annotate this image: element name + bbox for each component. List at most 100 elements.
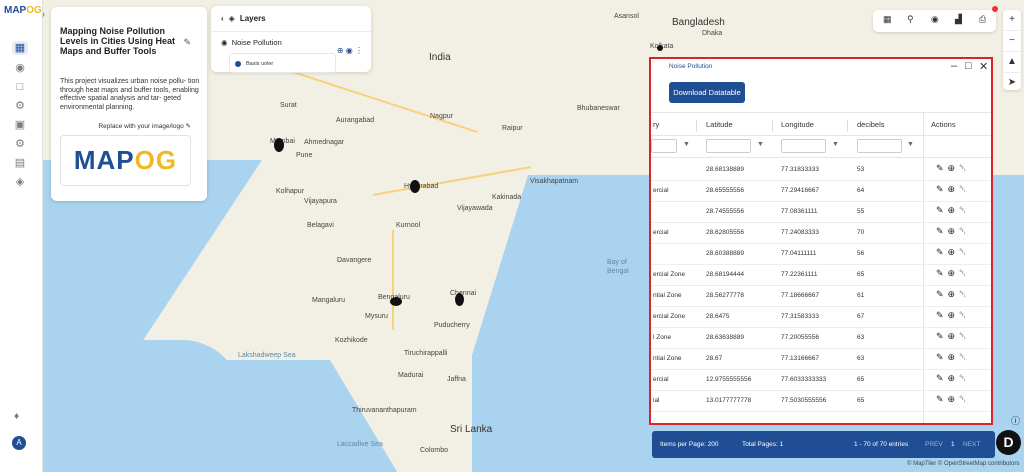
edit-icon[interactable]: ✎ — [936, 352, 945, 362]
layer-item-noise-pollution[interactable]: ◉ Noise Pollution — [221, 38, 282, 47]
zoom-icon[interactable]: ⊕ — [948, 289, 957, 299]
zoom-icon[interactable]: ⊕ — [948, 247, 957, 257]
delete-icon[interactable]: ␡ — [959, 163, 967, 173]
zoom-icon[interactable]: ⊕ — [948, 268, 957, 278]
delete-icon[interactable]: ␡ — [959, 205, 967, 215]
noise-point-cluster[interactable] — [390, 297, 402, 306]
chat-icon[interactable]: ▤ — [12, 156, 28, 170]
search-icon[interactable]: ⚲ — [907, 14, 914, 25]
filter-icon[interactable]: ▼ — [683, 141, 690, 148]
more-icon[interactable]: ⋮ — [355, 46, 363, 55]
edit-icon[interactable]: ✎ — [936, 184, 945, 194]
settings-icon[interactable]: ⚙ — [12, 99, 28, 113]
basemap-icon[interactable]: ▦ — [883, 14, 892, 25]
filter-icon[interactable]: ▼ — [757, 141, 764, 148]
table-row[interactable]: ial 13.0177777778 77.5030555556 65 ✎ ⊕ ␡ — [651, 390, 991, 412]
edit-icon[interactable]: ✎ — [936, 310, 945, 320]
table-row[interactable]: 28.74555556 77.08361111 55 ✎ ⊕ ␡ — [651, 201, 991, 223]
file-icon[interactable]: □ — [12, 80, 28, 94]
column-header[interactable]: decibels — [857, 120, 885, 129]
edit-icon[interactable]: ✎ — [936, 394, 945, 404]
measure-icon[interactable]: ▟ — [955, 14, 962, 25]
table-row[interactable]: ercial 28.62805556 77.24083333 70 ✎ ⊕ ␡ — [651, 222, 991, 244]
layers-icon[interactable]: ◈ — [12, 175, 28, 189]
zoom-icon[interactable]: ⊕ — [948, 184, 957, 194]
zoom-icon[interactable]: ⊕ — [948, 331, 957, 341]
zoom-icon[interactable]: ⊕ — [948, 163, 957, 173]
replace-logo-link[interactable]: Replace with your image/logo ✎ — [98, 122, 191, 130]
items-per-page[interactable]: Items per Page: 200 — [660, 441, 719, 448]
edit-icon[interactable]: ✎ — [936, 163, 945, 173]
table-row[interactable]: ntial Zone 28.67 77.13166667 63 ✎ ⊕ ␡ — [651, 348, 991, 370]
maximize-icon[interactable]: □ — [965, 60, 972, 72]
chat-support-button[interactable]: D — [996, 430, 1021, 455]
table-row[interactable]: ntial Zone 28.56277778 77.18666667 61 ✎ ⊕ ␡ — [651, 285, 991, 307]
delete-icon[interactable]: ␡ — [959, 247, 967, 257]
zoom-icon[interactable]: ⊕ — [948, 352, 957, 362]
bell-icon[interactable]: ♦ — [14, 411, 19, 422]
zoom-out-button[interactable]: − — [1003, 31, 1021, 52]
next-button[interactable]: NEXT — [963, 441, 980, 448]
chevron-left-icon[interactable]: ‹ — [221, 14, 224, 23]
column-header[interactable]: Latitude — [706, 120, 733, 129]
visibility-icon[interactable]: ◉ — [346, 46, 353, 55]
column-header[interactable]: Longitude — [781, 120, 814, 129]
delete-icon[interactable]: ␡ — [959, 373, 967, 383]
filter-input[interactable] — [706, 139, 751, 153]
table-row[interactable]: ercial 28.65555556 77.29416667 64 ✎ ⊕ ␡ — [651, 180, 991, 202]
filter-input[interactable] — [857, 139, 902, 153]
zoom-in-button[interactable]: + — [1003, 10, 1021, 31]
reset-north-button[interactable]: ▲ — [1003, 52, 1021, 73]
delete-icon[interactable]: ␡ — [959, 226, 967, 236]
map-icon[interactable]: ▦ — [12, 41, 28, 55]
delete-icon[interactable]: ␡ — [959, 394, 967, 404]
zoom-icon[interactable]: ⊕ — [948, 205, 957, 215]
noise-point-cluster[interactable] — [410, 180, 420, 193]
delete-icon[interactable]: ␡ — [959, 184, 967, 194]
edit-icon[interactable]: ✎ — [936, 331, 945, 341]
noise-point-cluster[interactable] — [274, 138, 284, 152]
navigate-icon[interactable]: ➤ — [1003, 73, 1021, 93]
table-row[interactable]: 28.68138889 77.31833333 53 ✎ ⊕ ␡ — [651, 159, 991, 181]
filter-icon[interactable]: ▼ — [907, 141, 914, 148]
filter-input[interactable] — [651, 139, 677, 153]
table-row[interactable]: ercial Zone 28.6475 77.31583333 67 ✎ ⊕ ␡ — [651, 306, 991, 328]
delete-icon[interactable]: ␡ — [959, 310, 967, 320]
edit-icon[interactable]: ✎ — [936, 268, 945, 278]
gear-icon[interactable]: ⚙ — [12, 137, 28, 151]
edit-icon[interactable]: ✎ — [936, 373, 945, 383]
table-row[interactable]: l Zone 28.63638889 77.20055556 63 ✎ ⊕ ␡ — [651, 327, 991, 349]
chevron-right-icon[interactable]: › — [42, 9, 45, 19]
delete-icon[interactable]: ␡ — [959, 352, 967, 362]
noise-point-cluster[interactable] — [455, 293, 464, 306]
download-datatable-button[interactable]: Download Datatable — [669, 82, 745, 103]
image-icon[interactable]: ▣ — [12, 118, 28, 132]
table-row[interactable]: ercial Zone 28.68194444 77.22361111 65 ✎ ⊕ ␡ — [651, 264, 991, 286]
table-row[interactable]: 28.60388889 77.04111111 56 ✎ ⊕ ␡ — [651, 243, 991, 265]
filter-input[interactable] — [781, 139, 826, 153]
zoom-to-layer-icon[interactable]: ⊕ — [337, 46, 344, 55]
minimize-icon[interactable]: – — [951, 60, 957, 72]
edit-icon[interactable]: ✎ — [936, 226, 945, 236]
print-icon[interactable]: ⎙ — [979, 14, 986, 25]
avatar[interactable]: A — [12, 436, 26, 450]
delete-icon[interactable]: ␡ — [959, 268, 967, 278]
zoom-icon[interactable]: ⊕ — [948, 226, 957, 236]
location-icon[interactable]: ◉ — [931, 14, 939, 25]
app-logo[interactable]: MAPOG — [4, 5, 42, 16]
noise-point-cluster[interactable] — [657, 45, 663, 51]
edit-icon[interactable]: ✎ — [183, 37, 191, 48]
filter-icon[interactable]: ▼ — [832, 141, 839, 148]
current-page[interactable]: 1 — [951, 441, 955, 448]
delete-icon[interactable]: ␡ — [959, 289, 967, 299]
marker-icon[interactable]: ◉ — [12, 61, 28, 75]
column-header[interactable]: ry — [653, 120, 659, 129]
edit-icon[interactable]: ✎ — [936, 289, 945, 299]
edit-icon[interactable]: ✎ — [936, 205, 945, 215]
delete-icon[interactable]: ␡ — [959, 331, 967, 341]
zoom-icon[interactable]: ⊕ — [948, 310, 957, 320]
zoom-icon[interactable]: ⊕ — [948, 394, 957, 404]
info-icon[interactable]: ⓘ — [1011, 414, 1020, 427]
table-row[interactable]: ercial 12.9755555556 77.6033333333 65 ✎ ⊕ ␡ — [651, 369, 991, 391]
edit-icon[interactable]: ✎ — [936, 247, 945, 257]
